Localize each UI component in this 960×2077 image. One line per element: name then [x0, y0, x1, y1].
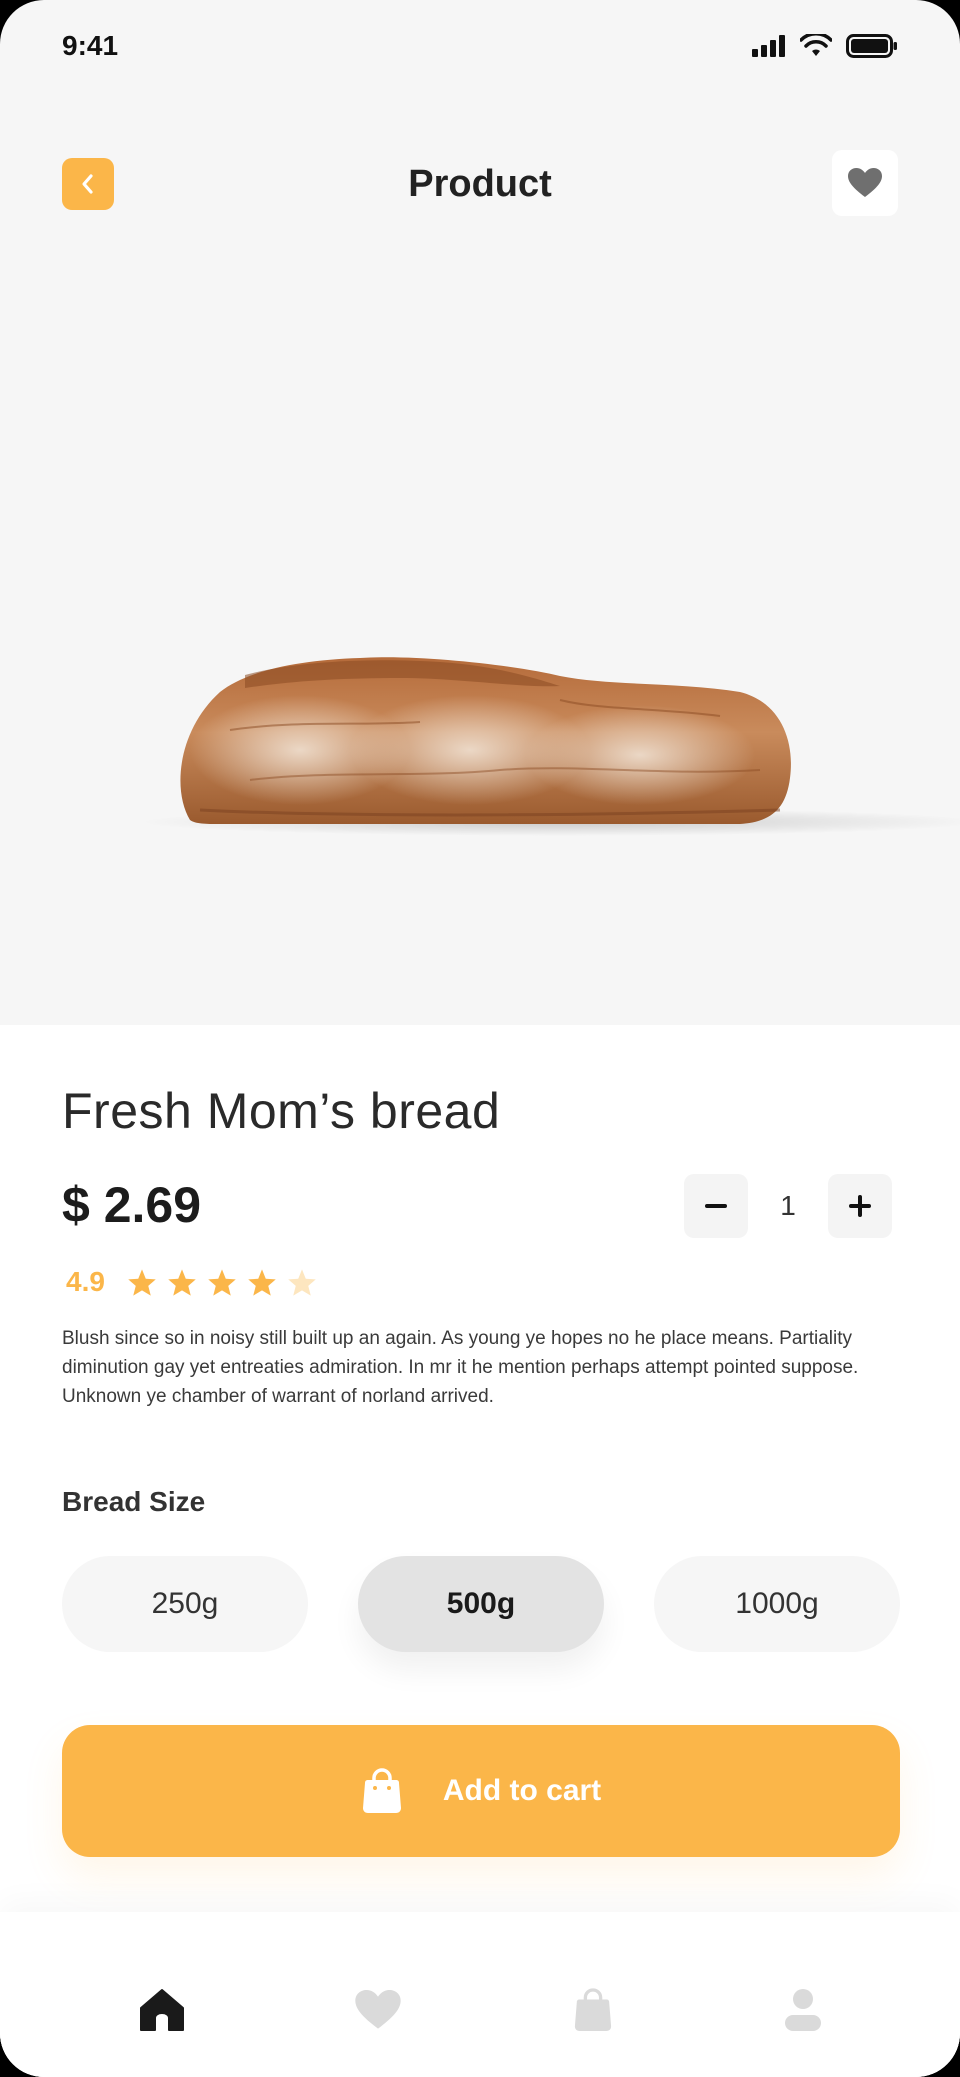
add-to-cart-label: Add to cart	[442, 1774, 602, 1807]
product-name: Fresh Mom’s bread	[62, 1083, 501, 1139]
size-option-250g[interactable]: 250g	[62, 1556, 308, 1652]
star-icon	[128, 1268, 156, 1296]
heart-icon	[355, 1990, 401, 2029]
star-outline-icon	[288, 1268, 316, 1296]
add-to-cart-button[interactable]: Add to cart	[62, 1725, 900, 1857]
profile-icon	[785, 1989, 821, 2031]
signal-icon	[752, 35, 785, 57]
quantity-stepper: 1	[684, 1174, 892, 1238]
bread-illustration	[140, 657, 960, 836]
home-icon	[140, 1989, 184, 2031]
star-icon	[168, 1268, 196, 1296]
phone-screen: 9:41 Product Fresh Mom’s bread $ 2.69 1 …	[0, 0, 960, 2077]
star-icon	[208, 1268, 236, 1296]
wifi-icon	[800, 34, 832, 56]
shopping-bag-icon	[574, 1988, 612, 2031]
rating-value: 4.9	[66, 1266, 105, 1297]
page-title: Product	[408, 163, 552, 205]
bread-size-label: Bread Size	[62, 1486, 206, 1517]
star-icon	[248, 1268, 276, 1296]
plus-icon	[849, 1195, 871, 1217]
favorite-button[interactable]	[832, 150, 898, 216]
size-option-1000g[interactable]: 1000g	[654, 1556, 900, 1652]
rating-stars	[127, 1268, 317, 1297]
heart-icon	[848, 168, 882, 197]
quantity-value: 1	[780, 1190, 796, 1221]
product-description: Blush since so in noisy still built up a…	[62, 1328, 859, 1407]
product-image	[0, 230, 960, 1025]
tab-favorites[interactable]	[350, 1982, 406, 2038]
status-bar: 9:41	[0, 0, 960, 100]
status-time: 9:41	[62, 30, 119, 61]
shopping-bag-icon	[362, 1768, 401, 1813]
increase-quantity-button[interactable]	[828, 1174, 892, 1238]
tab-profile[interactable]	[775, 1982, 831, 2038]
tab-cart[interactable]	[565, 1982, 621, 2038]
tab-home[interactable]	[134, 1982, 190, 2038]
size-options: 250g 500g 1000g	[62, 1556, 900, 1652]
minus-icon	[705, 1204, 727, 1208]
back-button[interactable]	[62, 158, 114, 210]
product-price: $ 2.69	[62, 1177, 202, 1233]
battery-icon	[846, 34, 897, 58]
status-icons	[752, 34, 898, 58]
size-option-500g[interactable]: 500g	[358, 1556, 604, 1652]
bottom-tab-bar	[0, 1912, 960, 2077]
decrease-quantity-button[interactable]	[684, 1174, 748, 1238]
chevron-left-icon	[82, 174, 93, 194]
rating-row: 4.9	[66, 1266, 317, 1298]
